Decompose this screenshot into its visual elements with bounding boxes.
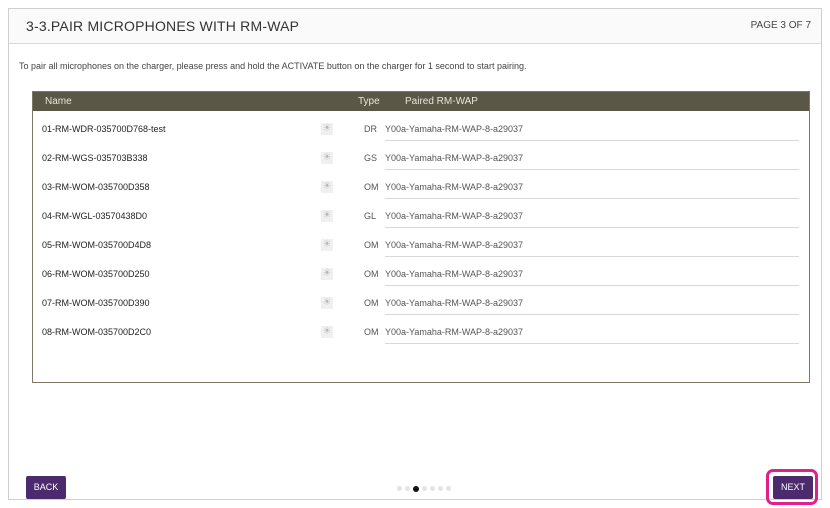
instruction-text: To pair all microphones on the charger, … — [19, 61, 527, 71]
sun-icon: ☀ — [321, 239, 333, 251]
page-dot — [405, 486, 410, 491]
mic-type: GS — [364, 153, 378, 163]
table-row[interactable]: 02-RM-WGS-035703B338 ☀ GS Y00a-Yamaha-RM-WA… — [33, 140, 809, 170]
paired-rm-wap: Y00a-Yamaha-RM-WAP-8-a29037 — [385, 327, 524, 337]
mic-type: GL — [364, 211, 377, 221]
mic-type: OM — [364, 240, 379, 250]
row-divider — [385, 343, 799, 344]
page-dots — [397, 485, 451, 492]
column-header-type: Type — [358, 96, 380, 107]
mic-name: 07-RM-WOM-035700D390 — [42, 298, 150, 308]
list-header: Name Type Paired RM-WAP — [33, 92, 809, 111]
mic-type: OM — [364, 182, 379, 192]
mic-type: DR — [364, 124, 377, 134]
table-row[interactable]: 08-RM-WOM-035700D2C0 ☀ OM Y00a-Yamaha-RM-WA… — [33, 314, 809, 344]
table-row[interactable]: 03-RM-WOM-035700D358 ☀ OM Y00a-Yamaha-RM-WA… — [33, 169, 809, 199]
mic-name: 06-RM-WOM-035700D250 — [42, 269, 150, 279]
page-dot — [446, 486, 451, 491]
paired-rm-wap: Y00a-Yamaha-RM-WAP-8-a29037 — [385, 211, 524, 221]
page-dot — [438, 486, 443, 491]
paired-rm-wap: Y00a-Yamaha-RM-WAP-8-a29037 — [385, 153, 524, 163]
next-button[interactable]: NEXT — [773, 476, 813, 499]
page-dot — [422, 486, 427, 491]
mic-name: 02-RM-WGS-035703B338 — [42, 153, 148, 163]
paired-rm-wap: Y00a-Yamaha-RM-WAP-8-a29037 — [385, 298, 524, 308]
column-header-paired: Paired RM-WAP — [405, 96, 478, 107]
paired-rm-wap: Y00a-Yamaha-RM-WAP-8-a29037 — [385, 182, 524, 192]
page-dot-active — [413, 485, 419, 492]
mic-name: 04-RM-WGL-03570438D0 — [42, 211, 148, 221]
sun-icon: ☀ — [321, 210, 333, 222]
page-title: 3-3.PAIR MICROPHONES WITH RM-WAP — [26, 18, 300, 34]
paired-rm-wap: Y00a-Yamaha-RM-WAP-8-a29037 — [385, 269, 524, 279]
table-row[interactable]: 05-RM-WOM-035700D4D8 ☀ OM Y00a-Yamaha-RM-WA… — [33, 227, 809, 257]
wizard-frame: 3-3.PAIR MICROPHONES WITH RM-WAP PAGE 3 … — [8, 8, 822, 505]
sun-icon: ☀ — [321, 152, 333, 164]
table-row[interactable]: 04-RM-WGL-03570438D0 ☀ GL Y00a-Yamaha-RM-WA… — [33, 198, 809, 228]
mic-name: 03-RM-WOM-035700D358 — [42, 182, 150, 192]
page-dot — [397, 486, 402, 491]
mic-name: 01-RM-WDR-035700D768-test — [42, 124, 166, 134]
sun-icon: ☀ — [321, 181, 333, 193]
mic-type: OM — [364, 327, 379, 337]
table-row[interactable]: 07-RM-WOM-035700D390 ☀ OM Y00a-Yamaha-RM-WA… — [33, 285, 809, 315]
sun-icon: ☀ — [321, 123, 333, 135]
header-bar: 3-3.PAIR MICROPHONES WITH RM-WAP PAGE 3 … — [9, 9, 821, 44]
page-dot — [430, 486, 435, 491]
sun-icon: ☀ — [321, 326, 333, 338]
page-indicator: PAGE 3 OF 7 — [750, 20, 811, 31]
mic-type: OM — [364, 269, 379, 279]
table-row[interactable]: 01-RM-WDR-035700D768-test ☀ DR Y00a-Yamaha-… — [33, 111, 809, 141]
mic-type: OM — [364, 298, 379, 308]
back-button[interactable]: BACK — [26, 476, 66, 499]
microphone-list: Name Type Paired RM-WAP 01-RM-WDR-035700… — [32, 91, 810, 383]
column-header-name: Name — [45, 96, 72, 107]
table-row[interactable]: 06-RM-WOM-035700D250 ☀ OM Y00a-Yamaha-RM-WA… — [33, 256, 809, 286]
sun-icon: ☀ — [321, 268, 333, 280]
mic-name: 05-RM-WOM-035700D4D8 — [42, 240, 152, 250]
mic-name: 08-RM-WOM-035700D2C0 — [42, 327, 152, 337]
paired-rm-wap: Y00a-Yamaha-RM-WAP-8-a29037 — [385, 240, 524, 250]
sun-icon: ☀ — [321, 297, 333, 309]
paired-rm-wap: Y00a-Yamaha-RM-WAP-8-a29037 — [385, 124, 524, 134]
